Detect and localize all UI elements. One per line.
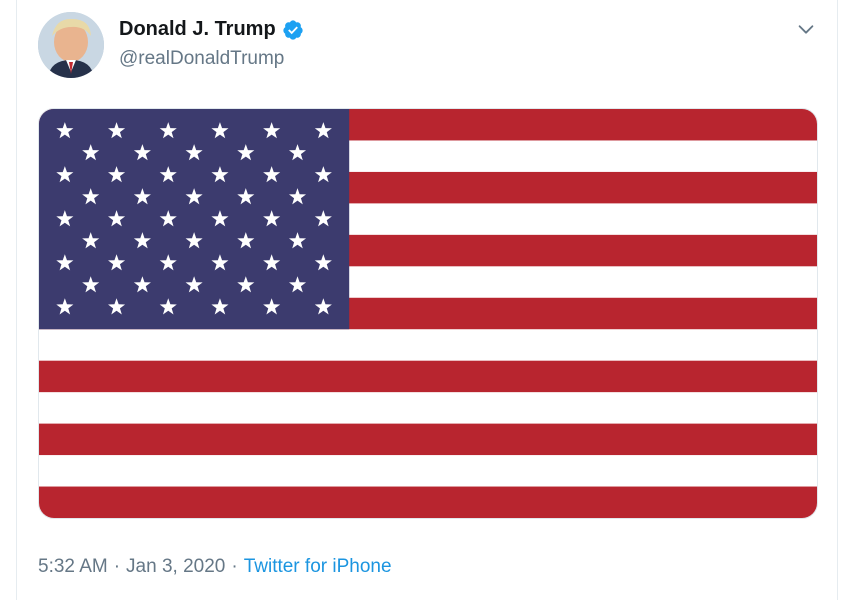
flag-stripe bbox=[39, 455, 817, 488]
tweet-date[interactable]: Jan 3, 2020 bbox=[126, 556, 225, 578]
verified-badge-icon bbox=[282, 19, 304, 41]
author-handle[interactable]: @realDonaldTrump bbox=[119, 48, 284, 70]
display-name[interactable]: Donald J. Trump bbox=[119, 18, 276, 41]
flag-stripe bbox=[39, 486, 817, 518]
us-flag-image bbox=[39, 109, 817, 518]
tweet-media-image[interactable] bbox=[38, 108, 818, 519]
tweet-metadata: 5:32 AM · Jan 3, 2020 · Twitter for iPho… bbox=[38, 556, 392, 578]
separator: · bbox=[231, 556, 238, 577]
author-name-row: Donald J. Trump bbox=[119, 18, 304, 41]
avatar-image bbox=[38, 12, 104, 78]
chevron-down-icon[interactable] bbox=[795, 18, 817, 40]
avatar[interactable] bbox=[38, 12, 104, 78]
flag-stripe bbox=[39, 392, 817, 425]
flag-stripe bbox=[39, 360, 817, 393]
tweet-card: Donald J. Trump @realDonaldTrump 5:32 AM… bbox=[16, 0, 838, 600]
flag-stripe bbox=[39, 423, 817, 456]
separator: · bbox=[113, 556, 121, 577]
tweet-time[interactable]: 5:32 AM bbox=[38, 556, 108, 578]
flag-canton bbox=[39, 109, 350, 330]
flag-stripe bbox=[39, 329, 817, 362]
tweet-source-link[interactable]: Twitter for iPhone bbox=[244, 556, 392, 578]
